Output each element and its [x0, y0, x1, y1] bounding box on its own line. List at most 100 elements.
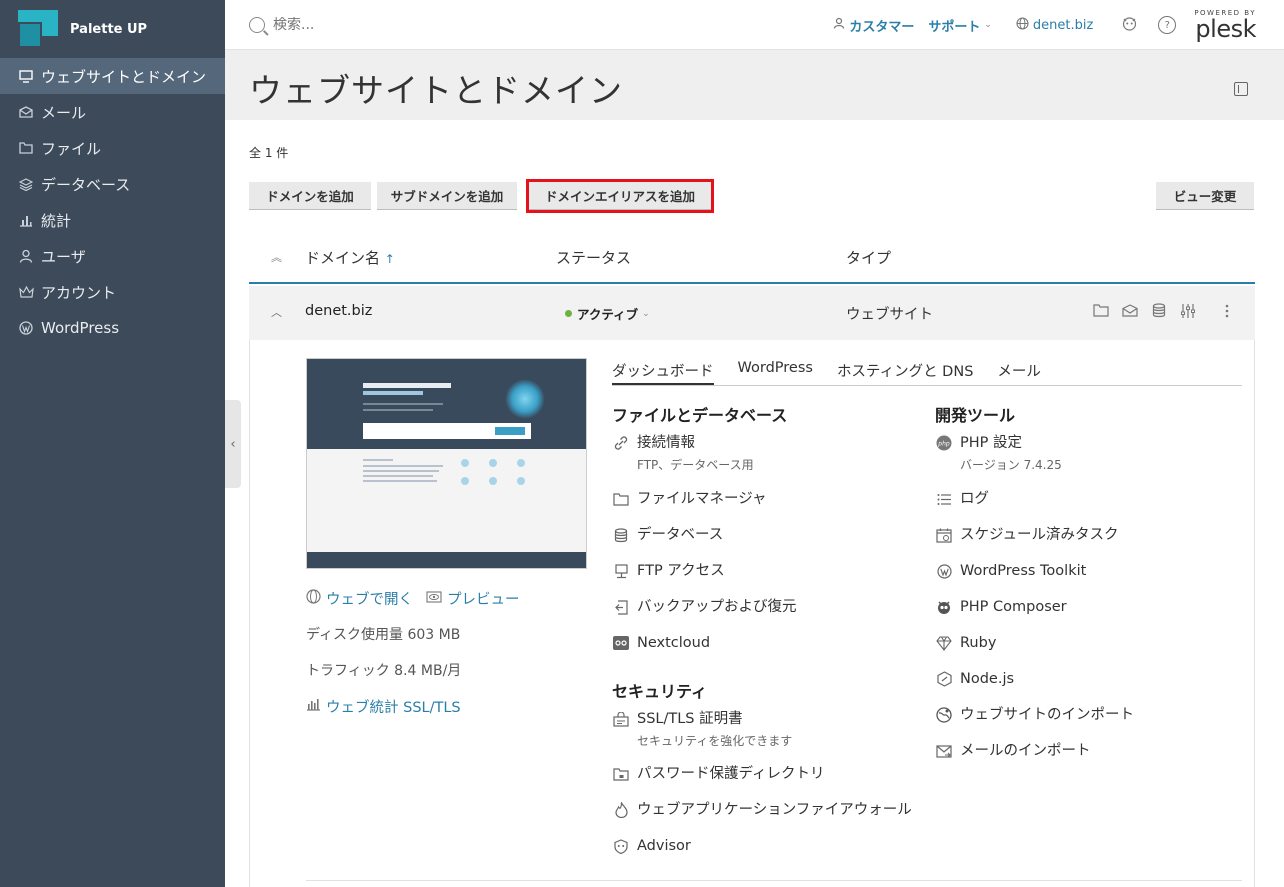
advisor-tool[interactable]: Advisor — [612, 837, 691, 855]
database-icon[interactable] — [1150, 302, 1167, 319]
top-right-controls: カスタマー サポート ⌄ denet.biz ? POWERED BY ples… — [833, 0, 1256, 50]
link-icon — [612, 434, 630, 452]
ruby-icon — [935, 634, 953, 652]
sidebar-item-mail[interactable]: メール — [0, 94, 225, 130]
globe-import-icon — [935, 706, 953, 724]
composer-icon — [935, 598, 953, 616]
sidebar-item-label: ウェブサイトとドメイン — [41, 67, 207, 86]
scheduled-tasks-tool[interactable]: スケジュール済みタスク — [935, 526, 1118, 544]
ftp-access-tool[interactable]: FTP アクセス — [612, 562, 725, 580]
globe-icon — [306, 589, 321, 608]
chevron-left-icon: ‹ — [230, 436, 236, 452]
php-settings-tool[interactable]: php PHP 設定 バージョン 7.4.25 — [935, 434, 1062, 473]
notifications-icon[interactable] — [1121, 15, 1138, 36]
sidebar-item-users[interactable]: ユーザ — [0, 238, 225, 274]
sidebar-item-databases[interactable]: データベース — [0, 166, 225, 202]
column-type[interactable]: タイプ — [846, 247, 891, 268]
tab-dashboard[interactable]: ダッシュボード — [612, 360, 714, 385]
table-row: ︿ denet.biz アクティブ ⌄ ウェブサイト — [249, 286, 1255, 340]
chevron-down-icon: ⌄ — [984, 20, 992, 30]
mail-import-tool[interactable]: メールのインポート — [935, 742, 1091, 760]
advisor-shield-icon — [612, 837, 630, 855]
add-domain-button[interactable]: ドメインを追加 — [249, 182, 371, 210]
collapse-row-icon[interactable]: ︿ — [271, 304, 282, 320]
support-menu[interactable]: サポート ⌄ — [928, 16, 992, 35]
sidebar-collapse-button[interactable]: ‹ — [225, 400, 241, 488]
tab-mail[interactable]: メール — [997, 360, 1041, 385]
website-thumbnail[interactable] — [306, 358, 587, 569]
databases-tool[interactable]: データベース — [612, 526, 723, 544]
sidebar-item-statistics[interactable]: 統計 — [0, 202, 225, 238]
tab-hosting-dns[interactable]: ホスティングと DNS — [837, 360, 973, 385]
file-manager-tool[interactable]: ファイルマネージャ — [612, 490, 766, 508]
open-in-web-link[interactable]: ウェブで開く — [306, 588, 413, 609]
palette-logo-icon — [18, 10, 60, 48]
sidebar-item-label: ユーザ — [41, 247, 86, 266]
add-subdomain-button[interactable]: サブドメインを追加 — [377, 182, 517, 210]
sidebar-item-label: ファイル — [41, 139, 102, 158]
chevron-down-icon: ⌄ — [642, 308, 650, 319]
database-icon — [612, 526, 630, 544]
search-input[interactable] — [273, 16, 673, 33]
domain-type: ウェブサイト — [846, 307, 933, 323]
more-vertical-icon[interactable] — [1218, 302, 1235, 319]
help-icon[interactable]: ? — [1158, 16, 1177, 34]
status-dropdown[interactable]: アクティブ ⌄ — [565, 304, 650, 323]
list-icon — [935, 490, 953, 508]
ssl-certificates-tool[interactable]: SSL/TLS 証明書 セキュリティを強化できます — [612, 710, 792, 749]
folder-icon — [18, 140, 34, 156]
mail-icon[interactable] — [1121, 302, 1138, 319]
connection-info-tool[interactable]: 接続情報 FTP、データベース用 — [612, 434, 754, 473]
logs-tool[interactable]: ログ — [935, 490, 989, 508]
sidebar-item-files[interactable]: ファイル — [0, 130, 225, 166]
search-icon — [249, 16, 265, 33]
wordpress-icon — [935, 562, 953, 580]
customer-menu[interactable]: カスタマー — [833, 16, 914, 35]
sidebar-item-label: 統計 — [41, 211, 72, 230]
dev-tools-heading: 開発ツール — [935, 406, 1016, 425]
brand-logo[interactable]: Palette UP — [0, 0, 225, 58]
password-protected-directories-tool[interactable]: パスワード保護ディレクトリ — [612, 765, 824, 783]
expand-all-icon[interactable]: ︽ — [271, 249, 282, 265]
web-statistics-link[interactable]: ウェブ統計 SSL/TLS — [306, 696, 461, 717]
nodejs-tool[interactable]: Node.js — [935, 670, 1014, 688]
panel-toggle-icon[interactable] — [1234, 82, 1248, 96]
sidebar-item-label: データベース — [41, 175, 131, 194]
sidebar-item-account[interactable]: アカウント — [0, 274, 225, 310]
page-header: ウェブサイトとドメイン — [225, 50, 1284, 120]
svg-text:php: php — [937, 441, 950, 448]
backup-restore-tool[interactable]: バックアップおよび復元 — [612, 598, 797, 616]
brand-name: Palette UP — [70, 21, 148, 37]
nextcloud-tool[interactable]: Nextcloud — [612, 634, 710, 652]
column-domain-name[interactable]: ドメイン名 ↑ — [305, 247, 395, 268]
web-application-firewall-tool[interactable]: ウェブアプリケーションファイアウォール — [612, 801, 912, 819]
website-import-tool[interactable]: ウェブサイトのインポート — [935, 706, 1134, 724]
add-domain-alias-button[interactable]: ドメインエイリアスを追加 — [526, 179, 714, 213]
user-icon — [18, 248, 34, 264]
tab-wordpress[interactable]: WordPress — [738, 360, 813, 385]
panel-divider — [306, 880, 1242, 881]
column-status[interactable]: ステータス — [556, 247, 631, 268]
sidebar-item-label: メール — [41, 103, 87, 122]
preview-link[interactable]: プレビュー — [426, 588, 520, 609]
stack-icon — [18, 176, 34, 192]
bar-chart-icon — [306, 698, 321, 715]
domain-table-header: ︽ ドメイン名 ↑ ステータス タイプ — [249, 232, 1255, 284]
ruby-tool[interactable]: Ruby — [935, 634, 996, 652]
sort-arrow-icon: ↑ — [384, 251, 395, 266]
sliders-icon[interactable] — [1179, 302, 1196, 319]
domain-selector[interactable]: denet.biz — [1016, 16, 1093, 34]
domain-name-link[interactable]: denet.biz — [305, 303, 372, 319]
status-dot — [565, 310, 572, 317]
flame-icon — [612, 801, 630, 819]
php-composer-tool[interactable]: PHP Composer — [935, 598, 1067, 616]
row-actions — [1092, 302, 1235, 319]
sidebar-item-wordpress[interactable]: WordPress — [0, 310, 225, 346]
change-view-button[interactable]: ビュー変更 — [1156, 182, 1254, 210]
folder-icon[interactable] — [1092, 302, 1109, 319]
page-title: ウェブサイトとドメイン — [249, 71, 623, 110]
wordpress-toolkit-tool[interactable]: WordPress Toolkit — [935, 562, 1086, 580]
nodejs-icon — [935, 670, 953, 688]
lock-folder-icon — [612, 765, 630, 783]
sidebar-item-websites[interactable]: ウェブサイトとドメイン — [0, 58, 225, 94]
